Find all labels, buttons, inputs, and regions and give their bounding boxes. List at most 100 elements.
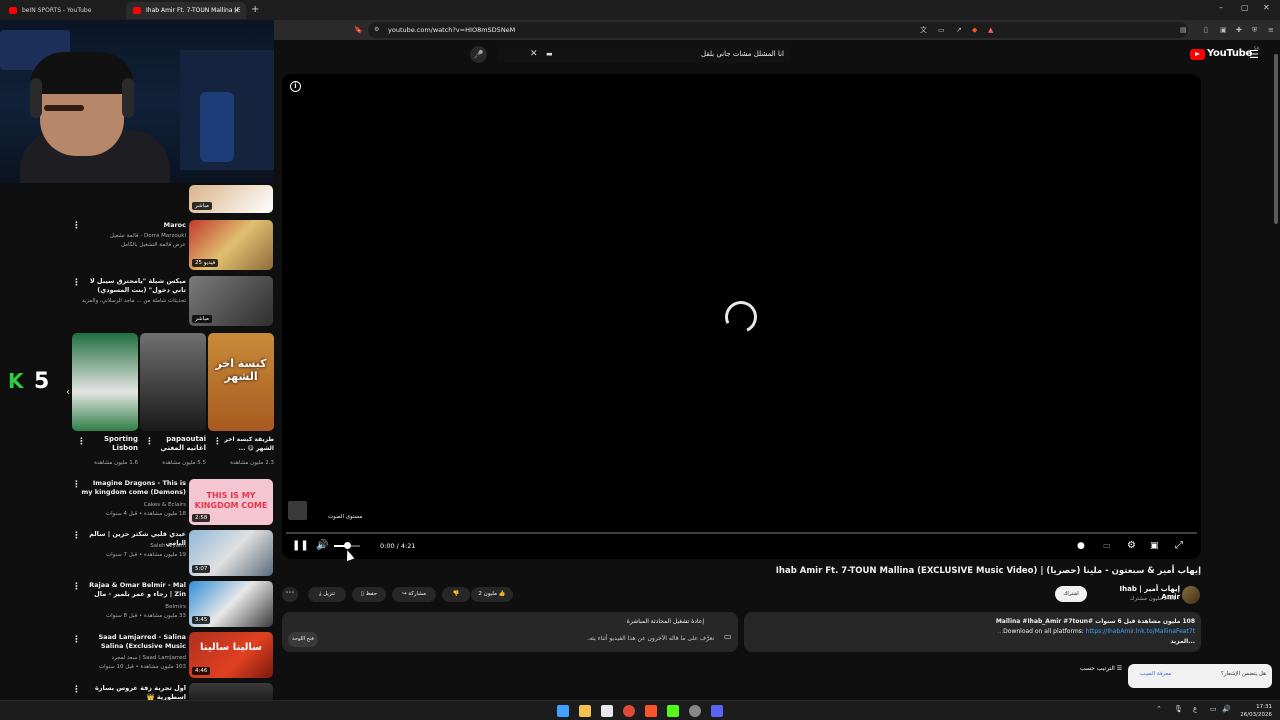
more-options-icon[interactable]: ⋮ [72, 278, 81, 288]
new-tab-button[interactable]: + [251, 2, 259, 18]
short-title[interactable]: papaoutai اغانيه المغني ... [154, 435, 206, 453]
scrollbar-thumb[interactable] [1274, 54, 1278, 224]
more-options-icon[interactable]: ⋮ [72, 582, 81, 592]
rewards-icon[interactable]: ▲ [988, 22, 993, 38]
more-options-icon[interactable]: ⋮ [213, 437, 222, 447]
more-actions-button[interactable]: ⋯ [282, 587, 298, 602]
more-options-icon[interactable]: ⋮ [72, 531, 81, 541]
kick-icon[interactable] [667, 705, 679, 717]
more-options-icon[interactable]: ⋮ [77, 437, 86, 447]
video-player[interactable]: i مستوى الصوت ❚❚ 🔊 0:00 / 4:21 ● ▭ ⚙ ▣ ⤢ [282, 74, 1201, 559]
more-options-icon[interactable]: ⋮ [72, 685, 81, 695]
input-language[interactable]: ع [1193, 705, 1197, 713]
volume-tray-icon[interactable]: 🔊 [1222, 705, 1231, 713]
bookmark-icon[interactable]: 🔖 [354, 22, 363, 38]
search-input[interactable]: ✕ ▬ انا المشلل مشات جاني بلقل [498, 46, 790, 63]
short-thumbnail[interactable] [72, 333, 138, 431]
dislike-button[interactable]: 👎 [442, 587, 470, 602]
short-thumbnail[interactable]: كبسة اخر الشهر [208, 333, 274, 431]
more-options-icon[interactable]: ⋮ [145, 437, 154, 447]
video-title[interactable]: Saad Lamjarred - Salina Salina (Exclusiv… [80, 633, 186, 651]
start-icon[interactable] [557, 705, 569, 717]
tab-bein-sports[interactable]: beIN SPORTS - YouTube [2, 2, 126, 19]
comments-sort-button[interactable]: ☰ الترتيب حسب [1080, 665, 1122, 672]
more-options-icon[interactable]: ⋮ [72, 221, 81, 231]
download-button[interactable]: ⤓ تنزيل [308, 587, 346, 602]
taskbar-clock[interactable]: 17:31 26/03/2026 [1238, 703, 1272, 719]
fullscreen-icon[interactable]: ⤢ [1175, 536, 1183, 556]
file-explorer-icon[interactable] [579, 705, 591, 717]
progress-bar[interactable] [286, 532, 1197, 534]
page-scrollbar[interactable] [1272, 42, 1280, 700]
vpn-icon[interactable]: ⛨ [1252, 22, 1257, 38]
video-thumbnail[interactable]: THIS IS MY KINGDOM COME 2:58 [189, 479, 273, 525]
pause-icon[interactable]: ❚❚ [292, 536, 309, 556]
more-options-icon[interactable]: ⋮ [72, 635, 81, 645]
more-options-icon[interactable]: ⋮ [72, 480, 81, 490]
voice-search-icon[interactable]: 🎤 [470, 46, 487, 63]
video-title[interactable]: اول تجربة زفة عروس بسارة اسطورية 👑 [80, 684, 186, 700]
close-tab-icon[interactable]: ✕ [233, 2, 240, 19]
like-button[interactable]: 2 مليون 👍 [471, 587, 513, 602]
miniplayer-icon[interactable]: ▣ [1150, 536, 1159, 556]
discord-icon[interactable] [711, 705, 723, 717]
subtitles-icon[interactable]: ▭ [1103, 536, 1111, 556]
channel-avatar[interactable] [1182, 586, 1200, 604]
volume-handle[interactable] [344, 542, 351, 549]
network-icon[interactable]: ▭ [1210, 705, 1217, 713]
sidebar-toggle-icon[interactable]: ▤ [1180, 22, 1187, 38]
volume-slider[interactable] [334, 542, 360, 549]
video-thumbnail[interactable]: سالينا سالينا 4:46 [189, 632, 273, 678]
youtube-logo[interactable]: YouTube SA [1190, 46, 1259, 62]
guide-menu-icon[interactable]: ☰ [1249, 48, 1259, 61]
menu-icon[interactable]: ≡ [1268, 22, 1274, 38]
brave-shield-icon[interactable]: ◆ [972, 22, 977, 38]
chrome-icon[interactable] [623, 705, 635, 717]
minimize-button[interactable]: – [1219, 3, 1223, 12]
share-icon[interactable]: ↗ [956, 22, 962, 38]
subscribe-button[interactable]: اشتراك [1055, 586, 1087, 602]
video-title[interactable]: Maroc [80, 221, 186, 230]
tab-ihab-amir[interactable]: Ihab Amir Ft. 7-TOUN Mallina (E ✕ [126, 2, 246, 19]
extensions-icon[interactable]: ✚ [1236, 22, 1242, 38]
keyboard-icon[interactable]: ▬ [546, 46, 553, 63]
shorts-prev-icon[interactable]: ‹ [66, 387, 70, 398]
obs-icon[interactable] [689, 705, 701, 717]
settings-icon[interactable]: ⚙ [1127, 536, 1136, 556]
save-button[interactable]: ▯ حفظ [352, 587, 386, 602]
wallet-icon[interactable]: ▣ [1220, 22, 1227, 38]
close-window-button[interactable]: ✕ [1263, 3, 1270, 12]
video-thumbnail[interactable]: 3:45 [189, 581, 273, 627]
channel-watermark[interactable] [288, 501, 307, 520]
maximize-button[interactable]: ▢ [1241, 3, 1249, 12]
translate-icon[interactable]: 文 [920, 22, 927, 38]
video-title[interactable]: Imagine Dragons - This is my kingdom com… [80, 479, 186, 497]
info-icon[interactable]: i [290, 81, 301, 92]
autoplay-toggle-icon[interactable]: ● [1077, 536, 1085, 556]
video-thumbnail[interactable] [189, 683, 273, 700]
open-panel-button[interactable]: فتح اللوحة [288, 632, 318, 647]
video-title[interactable]: Rajaa & Omar Belmir - Mal Zin | رجاء و ع… [80, 581, 186, 599]
short-title[interactable]: طريقة كبسة اخر الشهر 😋 ... [222, 435, 274, 453]
show-more-link[interactable]: ...المزيد [1170, 638, 1195, 645]
site-info-icon[interactable]: ⚙ [374, 22, 379, 38]
url-field[interactable]: ⚙ youtube.com/watch?v=HIO8mSD5NeM 文 ▭ ↗ … [368, 22, 1188, 38]
video-thumbnail[interactable]: 25 فيديو [189, 220, 273, 270]
toast-link[interactable]: معرفة السبب [1140, 671, 1171, 677]
volume-icon[interactable]: 🔊 [316, 536, 328, 556]
notepad-icon[interactable] [601, 705, 613, 717]
share-button[interactable]: ↪ مشاركة [392, 587, 436, 602]
short-title[interactable]: Sporting Lisbon [86, 435, 138, 453]
reader-icon[interactable]: ▯ [1204, 22, 1208, 38]
cast-icon[interactable]: ▭ [938, 22, 945, 38]
microphone-icon[interactable]: 🎙 [1174, 705, 1183, 713]
description-panel[interactable]: 108 مليون مشاهدة قبل 6 سنوات #Mallina #I… [744, 612, 1201, 652]
video-thumbnail[interactable]: مباشر [189, 276, 273, 326]
clear-search-icon[interactable]: ✕ [530, 46, 538, 63]
video-title[interactable]: ميكس شيلة "يامحترق سيبل لا تاني دخول" (ب… [80, 277, 186, 295]
brave-icon[interactable] [645, 705, 657, 717]
video-thumbnail[interactable]: مباشر [189, 185, 273, 213]
short-thumbnail[interactable] [140, 333, 206, 431]
video-thumbnail[interactable]: 5:07 [189, 530, 273, 576]
tray-chevron-icon[interactable]: ⌃ [1156, 705, 1162, 713]
